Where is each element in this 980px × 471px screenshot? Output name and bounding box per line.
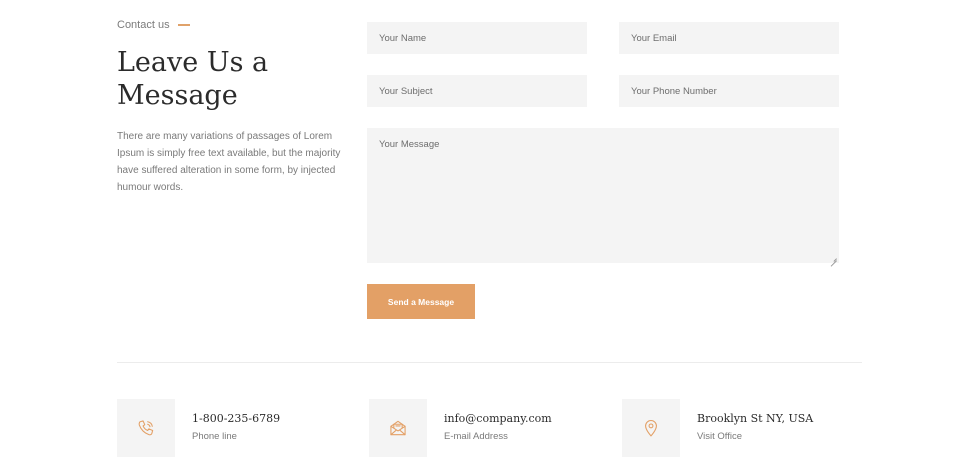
subject-placeholder: Your Subject [379,85,433,97]
tagline-dash [177,24,190,26]
phone-placeholder: Your Phone Number [631,85,717,97]
message-placeholder: Your Message [379,139,440,150]
phone-label: Phone line [192,431,237,442]
contact-item-email: info@company.com E-mail Address [369,399,589,457]
name-placeholder: Your Name [379,32,427,44]
tagline-text: Contact us [117,19,170,31]
map-pin-icon-box [622,399,680,457]
phone-field[interactable]: Your Phone Number [619,75,839,107]
resize-handle-icon[interactable] [831,255,837,261]
email-address[interactable]: info@company.com [444,412,552,425]
name-field[interactable]: Your Name [367,22,587,54]
message-textarea[interactable]: Your Message [367,128,839,263]
phone-icon [138,420,154,436]
send-message-button[interactable]: Send a Message [367,284,475,319]
phone-icon-box [117,399,175,457]
section-description: There are many variations of passages of… [117,131,341,193]
contact-item-office: Brooklyn St NY, USA Visit Office [622,399,842,457]
contact-item-phone: 1-800-235-6789 Phone line [117,399,337,457]
office-address: Brooklyn St NY, USA [697,412,814,425]
phone-number[interactable]: 1-800-235-6789 [192,412,280,425]
map-pin-icon [645,419,657,437]
office-label: Visit Office [697,431,743,442]
email-label: E-mail Address [444,431,508,442]
section-title: Leave Us a Message [117,47,269,111]
envelope-icon-box [369,399,427,457]
email-placeholder: Your Email [631,32,677,44]
section-divider [117,362,862,363]
envelope-icon [390,420,406,436]
subject-field[interactable]: Your Subject [367,75,587,107]
email-field[interactable]: Your Email [619,22,839,54]
section-tagline: Contact us [117,19,190,31]
